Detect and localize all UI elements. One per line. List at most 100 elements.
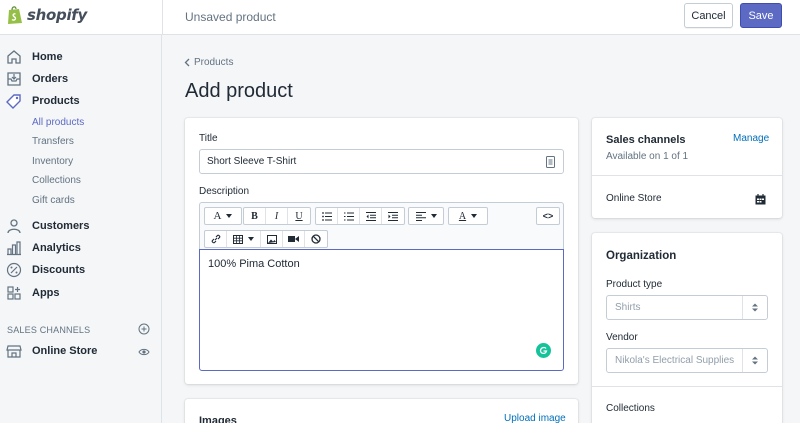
sort-arrows-icon [752,303,758,312]
caret-down-icon [226,214,233,218]
unsaved-status: Unsaved product [185,10,276,24]
cancel-button[interactable]: Cancel [684,3,733,28]
align-dropdown[interactable] [409,208,443,224]
insert-link-group [204,230,328,248]
vendor-select[interactable]: Nikola's Electrical Supplies [606,348,768,373]
numbered-list-button[interactable] [338,208,360,224]
sort-arrows-icon [752,356,758,365]
store-icon [6,345,22,358]
title-input[interactable]: Short Sleeve T-Shirt [199,149,564,174]
indent-icon [388,211,398,221]
manage-channels-link[interactable]: Manage [733,133,769,144]
italic-button[interactable]: I [266,208,288,224]
grammarly-g-glyph [539,346,548,355]
orders-icon [7,72,21,86]
description-editor[interactable]: 100% Pima Cotton [199,249,564,371]
autofill-icon[interactable] [546,156,555,168]
channels-availability: Available on 1 of 1 [606,151,689,162]
product-type-select[interactable]: Shirts [606,295,768,320]
sidebar-item-label: Analytics [32,242,81,254]
sidebar-item-label: Discounts [32,264,86,276]
list-indent-group [315,207,405,225]
link-icon [211,234,220,244]
sidebar-item-discounts[interactable]: Discounts [0,260,161,280]
sales-channels-heading: SALES CHANNELS [7,325,91,335]
save-button[interactable]: Save [740,3,782,28]
indent-button[interactable] [382,208,404,224]
sidebar: Home Orders Products All products Transf… [0,35,162,423]
product-type-value: Shirts [615,302,641,313]
insert-link-button[interactable] [205,231,227,247]
customers-icon [7,219,21,234]
sidebar-subitem-collections[interactable]: Collections [32,175,81,186]
sidebar-subitem-gift-cards[interactable]: Gift cards [32,195,75,206]
shopify-wordmark: shopify [27,6,87,24]
sidebar-subitem-inventory[interactable]: Inventory [32,156,73,167]
card-divider [592,386,782,387]
vendor-value: Nikola's Electrical Supplies [615,355,735,366]
insert-image-button[interactable] [261,231,283,247]
outdent-button[interactable] [360,208,382,224]
sidebar-item-label: Home [32,51,63,63]
table-icon [233,234,243,244]
outdent-icon [365,211,376,221]
sidebar-item-label: Customers [32,220,90,232]
underline-button[interactable]: U [288,208,310,224]
analytics-icon [7,241,21,256]
insert-table-dropdown[interactable] [227,231,261,247]
image-icon [266,234,277,244]
sidebar-item-customers[interactable]: Customers [0,216,161,236]
show-html-button[interactable]: <> [537,208,559,224]
rich-text-editor: A B I U A <> 100% Pima Cotton [199,202,564,371]
sidebar-item-label: Orders [32,73,69,85]
sidebar-item-apps[interactable]: Apps [0,283,161,303]
sidebar-item-label: Products [32,95,80,107]
select-arrows [742,296,767,319]
organization-title: Organization [606,250,677,262]
caret-down-icon [430,214,437,218]
images-card: Images Upload image [185,399,578,423]
video-icon [288,236,299,242]
product-type-label: Product type [606,279,663,290]
clear-format-icon [311,234,321,244]
sidebar-item-orders[interactable]: Orders [0,69,161,89]
images-title: Images [199,415,237,423]
bullet-list-button[interactable] [316,208,338,224]
breadcrumb[interactable]: Products [184,57,233,68]
text-color-dropdown[interactable]: A [449,208,487,224]
sidebar-item-analytics[interactable]: Analytics [0,238,161,258]
text-style-dropdown[interactable]: A [205,208,241,224]
caret-down-icon [248,237,254,241]
insert-video-button[interactable] [283,231,305,247]
sidebar-item-online-store[interactable]: Online Store [0,341,161,361]
apps-icon [7,286,21,300]
product-details-card: Title Short Sleeve T-Shirt Description A… [185,118,578,384]
add-channel-icon[interactable] [138,323,150,335]
calendar-icon[interactable] [755,194,766,205]
vendor-label: Vendor [606,332,638,343]
breadcrumb-label: Products [194,57,234,68]
grammarly-icon[interactable] [536,343,551,358]
bold-button[interactable]: B [244,208,266,224]
shopify-logo[interactable]: shopify [6,5,87,25]
sidebar-item-products[interactable]: Products [0,91,161,111]
sidebar-subitem-all-products[interactable]: All products [32,117,84,128]
shopify-bag-icon [8,6,22,24]
sidebar-item-home[interactable]: Home [0,47,161,67]
sidebar-subitem-transfers[interactable]: Transfers [32,136,74,147]
bullet-list-icon [321,211,332,221]
chevron-left-icon [184,58,190,67]
sales-channels-title: Sales channels [606,134,686,146]
upload-image-link[interactable]: Upload image [504,413,566,423]
view-store-eye-icon[interactable] [138,346,150,358]
text-color-label: A [458,210,467,222]
format-group: B I U [243,207,311,225]
caret-down-icon [471,214,478,218]
sidebar-item-label: Online Store [32,345,98,357]
organization-card: Organization Product type Shirts Vendor … [592,233,782,423]
align-group [408,207,444,225]
tag-icon [6,94,21,109]
sidebar-item-label: Apps [32,287,60,299]
clear-formatting-button[interactable] [305,231,327,247]
text-style-group: A [204,207,242,225]
